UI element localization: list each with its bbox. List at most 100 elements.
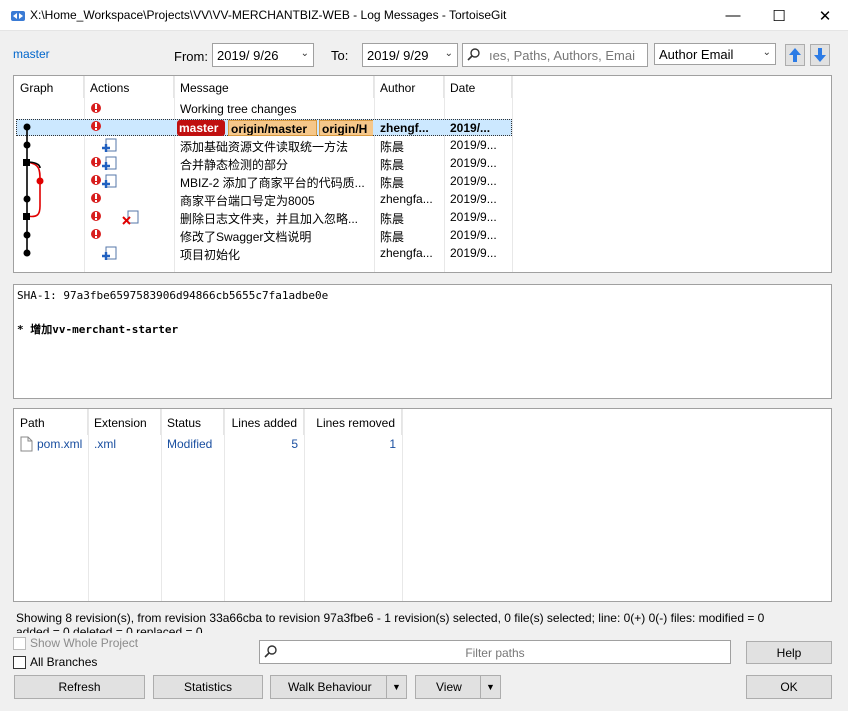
to-date-value: 2019/ 9/29 — [367, 48, 429, 63]
file-lines-removed: 1 — [389, 437, 396, 451]
log-row[interactable]: 合并静态检测的部分 陈晨 2019/9... — [14, 156, 512, 174]
arrow-up-icon — [789, 48, 801, 62]
log-row-date: 2019/9... — [450, 210, 497, 224]
log-list[interactable]: Graph Actions Message Author Date Workin… — [13, 75, 832, 273]
column-header-author[interactable]: Author — [374, 76, 444, 98]
search-icon — [466, 47, 482, 66]
log-row-message: 删除日志文件夹，并且加入忽略... — [180, 212, 359, 226]
log-row-author: 陈晨 — [380, 158, 405, 172]
branch-link[interactable]: master — [13, 47, 50, 61]
all-branches-label: All Branches — [30, 655, 98, 669]
ref-badge-master: master — [177, 120, 225, 136]
log-row-message: 商家平台端口号定为8005 — [180, 194, 315, 208]
commit-details[interactable]: SHA-1: 97a3fbe6597583906d94866cb5655c7fa… — [13, 284, 832, 399]
column-header-date[interactable]: Date — [444, 76, 512, 98]
filter-paths-placeholder: Filter paths — [465, 646, 525, 660]
walk-behaviour-label: Walk Behaviour — [288, 680, 372, 694]
log-row[interactable]: 商家平台端口号定为8005 zhengfa... 2019/9... — [14, 192, 512, 210]
column-header-status[interactable]: Status — [161, 409, 224, 435]
show-whole-project-label: Show Whole Project — [30, 636, 139, 650]
file-row[interactable]: pom.xml .xml Modified 5 1 — [14, 436, 402, 454]
log-row-author: 陈晨 — [380, 230, 405, 244]
selected-row-date: 2019/... — [450, 121, 491, 135]
window-title: X:\Home_Workspace\Projects\VV\VV-MERCHAN… — [30, 8, 507, 22]
minimize-button[interactable]: — — [710, 0, 756, 31]
view-button[interactable]: View ▼ — [415, 675, 501, 699]
log-row-author: zhengfa... — [380, 246, 433, 260]
arrow-down-icon — [814, 48, 826, 62]
dropdown-arrow-icon[interactable]: ▼ — [480, 676, 500, 698]
to-date-picker[interactable]: 2019/ 9/29 ⌄ — [362, 43, 458, 67]
log-row-date: 2019/9... — [450, 138, 497, 152]
view-label: View — [436, 680, 462, 694]
column-header-message[interactable]: Message — [174, 76, 374, 98]
log-row-message: 修改了Swagger文档说明 — [180, 230, 312, 244]
file-path: pom.xml — [37, 437, 83, 451]
file-extension: .xml — [94, 437, 116, 451]
search-filter-value: Author Email — [659, 47, 734, 62]
modified-icon — [91, 103, 101, 113]
refresh-button[interactable]: Refresh — [14, 675, 145, 699]
changed-files-list[interactable]: Path Extension Status Lines added Lines … — [13, 408, 832, 602]
ref-badges: master origin/master origin/H — [177, 120, 373, 136]
status-line-2: added = 0 deleted = 0 replaced = 0 — [16, 625, 203, 633]
log-row-message: 添加基础资源文件读取统一方法 — [180, 140, 349, 154]
move-up-button[interactable] — [785, 44, 805, 66]
search-input[interactable]: ıes, Paths, Authors, Emai — [462, 43, 648, 67]
file-icon — [20, 436, 33, 455]
column-header-graph[interactable]: Graph — [14, 76, 84, 98]
log-row-date: 2019/9... — [450, 228, 497, 242]
from-label: From: — [174, 49, 208, 64]
column-header-actions[interactable]: Actions — [84, 76, 174, 98]
checkbox-box — [13, 655, 26, 669]
search-filter-select[interactable]: Author Email ⌄ — [654, 43, 776, 65]
column-header-lines-added[interactable]: Lines added — [224, 409, 304, 435]
log-row-author: 陈晨 — [380, 212, 405, 226]
from-date-value: 2019/ 9/26 — [217, 48, 279, 63]
filter-paths-input[interactable]: Filter paths — [259, 640, 731, 664]
column-header-path[interactable]: Path — [14, 409, 88, 435]
from-date-picker[interactable]: 2019/ 9/26 ⌄ — [212, 43, 314, 67]
log-row-author: 陈晨 — [380, 140, 405, 154]
log-row-date: 2019/9... — [450, 192, 497, 206]
walk-behaviour-button[interactable]: Walk Behaviour ▼ — [270, 675, 407, 699]
show-whole-project-checkbox[interactable]: Show Whole Project — [13, 636, 138, 650]
tortoisegit-app-icon — [10, 8, 26, 24]
chevron-down-icon: ⌄ — [300, 48, 309, 59]
log-row-date: 2019/9... — [450, 246, 497, 260]
maximize-button[interactable]: ☐ — [756, 0, 802, 31]
modified-icon — [91, 121, 101, 131]
column-header-lines-removed[interactable]: Lines removed — [304, 409, 402, 435]
column-header-extension[interactable]: Extension — [88, 409, 161, 435]
log-row[interactable]: 删除日志文件夹，并且加入忽略... 陈晨 2019/9... — [14, 210, 512, 228]
chevron-down-icon: ⌄ — [444, 48, 453, 59]
log-row-date: 2019/9... — [450, 156, 497, 170]
log-row[interactable]: 项目初始化 zhengfa... 2019/9... — [14, 246, 512, 264]
help-button[interactable]: Help — [746, 641, 832, 664]
file-lines-added: 5 — [291, 437, 298, 451]
commit-sha: SHA-1: 97a3fbe6597583906d94866cb5655c7fa… — [17, 289, 329, 302]
status-line-1: Showing 8 revision(s), from revision 33a… — [16, 611, 765, 625]
ref-badge-origin-h: origin/H — [319, 120, 373, 136]
checkbox-box — [13, 636, 26, 650]
statistics-button[interactable]: Statistics — [153, 675, 263, 699]
working-tree-row[interactable]: Working tree changes — [180, 102, 370, 116]
log-row-message: 项目初始化 — [180, 248, 241, 262]
log-row[interactable]: MBIZ-2 添加了商家平台的代码质... 陈晨 2019/9... — [14, 174, 512, 192]
to-label: To: — [331, 48, 349, 63]
search-placeholder: ıes, Paths, Authors, Emai — [489, 48, 635, 63]
log-row[interactable]: 添加基础资源文件读取统一方法 陈晨 2019/9... — [14, 138, 512, 156]
log-row-message: 合并静态检测的部分 — [180, 158, 289, 172]
chevron-down-icon: ⌄ — [762, 47, 771, 58]
log-row-author: 陈晨 — [380, 176, 405, 190]
log-row[interactable]: 修改了Swagger文档说明 陈晨 2019/9... — [14, 228, 512, 246]
close-button[interactable]: ✕ — [802, 0, 848, 31]
log-row-date: 2019/9... — [450, 174, 497, 188]
move-down-button[interactable] — [810, 44, 830, 66]
log-row-message: MBIZ-2 添加了商家平台的代码质... — [180, 176, 365, 190]
title-bar: X:\Home_Workspace\Projects\VV\VV-MERCHAN… — [0, 0, 848, 31]
all-branches-checkbox[interactable]: All Branches — [13, 655, 97, 669]
ok-button[interactable]: OK — [746, 675, 832, 699]
dropdown-arrow-icon[interactable]: ▼ — [386, 676, 406, 698]
selected-row-author: zhengf... — [380, 121, 429, 135]
